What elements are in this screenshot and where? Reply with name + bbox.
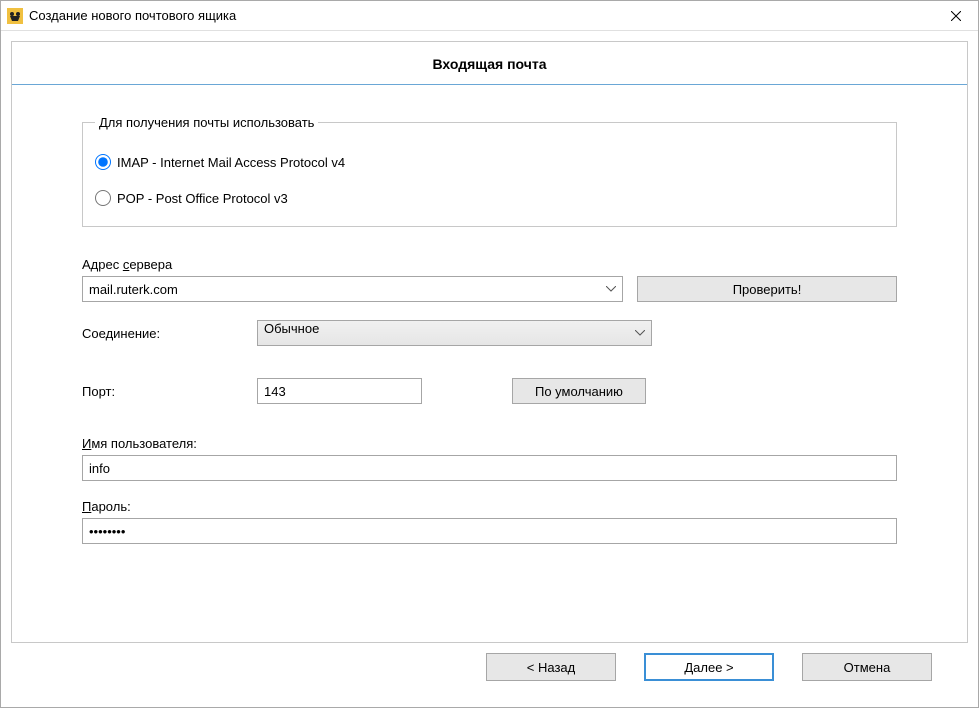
title-bar: Создание нового почтового ящика (1, 1, 978, 31)
back-button[interactable]: < Назад (486, 653, 616, 681)
radio-imap[interactable]: IMAP - Internet Mail Access Protocol v4 (95, 154, 884, 170)
content-area: Входящая почта Для получения почты испол… (1, 31, 978, 707)
radio-pop-label: POP - Post Office Protocol v3 (117, 191, 288, 206)
username-input[interactable] (82, 455, 897, 481)
port-label: Порт: (82, 384, 257, 399)
protocol-group: Для получения почты использовать IMAP - … (82, 115, 897, 227)
connection-select-wrap[interactable]: Обычное (257, 320, 652, 346)
dialog-window: Создание нового почтового ящика Входящая… (0, 0, 979, 708)
username-section: Имя пользователя: (82, 436, 897, 481)
password-section: Пароль: (82, 499, 897, 544)
password-label: Пароль: (82, 499, 897, 514)
radio-pop[interactable]: POP - Post Office Protocol v3 (95, 190, 884, 206)
window-title: Создание нового почтового ящика (29, 8, 933, 23)
app-icon (7, 8, 23, 24)
connection-row: Соединение: Обычное (82, 320, 897, 346)
port-input[interactable] (257, 378, 422, 404)
server-section: Адрес сервера Проверить! (82, 257, 897, 302)
main-panel: Входящая почта Для получения почты испол… (11, 41, 968, 643)
password-input[interactable] (82, 518, 897, 544)
server-label: Адрес сервера (82, 257, 897, 272)
port-default-button[interactable]: По умолчанию (512, 378, 646, 404)
next-button[interactable]: Далее > (644, 653, 774, 681)
panel-title: Входящая почта (12, 42, 967, 85)
close-icon (951, 11, 961, 21)
check-server-button[interactable]: Проверить! (637, 276, 897, 302)
server-combo[interactable] (82, 276, 623, 302)
connection-select[interactable]: Обычное (257, 320, 652, 346)
close-button[interactable] (933, 1, 978, 31)
radio-imap-input[interactable] (95, 154, 111, 170)
form-body: Для получения почты использовать IMAP - … (12, 85, 967, 582)
connection-label: Соединение: (82, 326, 257, 341)
cancel-button[interactable]: Отмена (802, 653, 932, 681)
server-input[interactable] (82, 276, 623, 302)
username-label: Имя пользователя: (82, 436, 897, 451)
footer-buttons: < Назад Далее > Отмена (11, 643, 968, 697)
protocol-legend: Для получения почты использовать (95, 115, 318, 130)
port-row: Порт: По умолчанию (82, 378, 897, 404)
radio-pop-input[interactable] (95, 190, 111, 206)
radio-imap-label: IMAP - Internet Mail Access Protocol v4 (117, 155, 345, 170)
